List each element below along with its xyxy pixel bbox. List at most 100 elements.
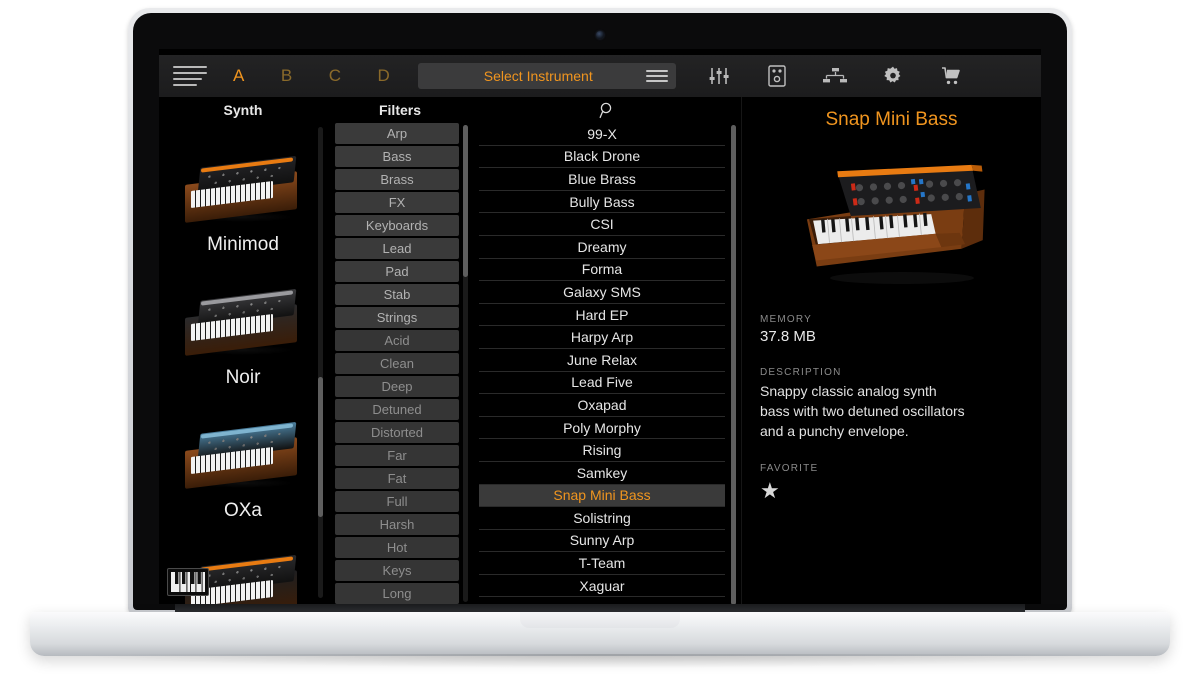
search-icon [599, 102, 611, 118]
description-value: Snappy classic analog synth bass with tw… [760, 383, 965, 439]
favorite-label: FAVORITE [760, 463, 819, 474]
webcam-icon [596, 31, 604, 39]
stompbox-pedal-icon[interactable] [762, 63, 792, 89]
app-toolbar: A B C D Select Instrument [159, 55, 1041, 97]
preset-item[interactable]: Black Drone [479, 146, 725, 169]
preset-item[interactable]: CSI [479, 213, 725, 236]
filter-item[interactable]: Deep [335, 376, 459, 397]
select-instrument-label: Select Instrument [483, 68, 593, 84]
toolbar-icon-group [704, 63, 966, 89]
filter-item[interactable]: Fat [335, 468, 459, 489]
filter-item[interactable]: Hot [335, 537, 459, 558]
synth-name: OXa [223, 500, 263, 521]
routing-nodes-icon[interactable] [820, 63, 850, 89]
preset-item[interactable]: Poly Morphy [479, 417, 725, 440]
filter-item[interactable]: Full [335, 491, 459, 512]
preset-search-button[interactable] [473, 97, 741, 123]
filter-item[interactable]: Far [335, 445, 459, 466]
preset-item[interactable]: Xaguar [479, 575, 725, 598]
gear-icon[interactable] [878, 63, 908, 89]
preset-item[interactable]: Rising [479, 439, 725, 462]
filters-scrollbar-thumb[interactable] [463, 125, 468, 277]
filter-item[interactable]: Keys [335, 560, 459, 581]
laptop-lid: A B C D Select Instrument Synth Minimod … [128, 8, 1072, 614]
presets-column: 99-X Black Drone Blue Brass Bully Bass CSI Dr… [473, 97, 741, 604]
filter-item[interactable]: Long [335, 583, 459, 604]
filters-scrollbar-track[interactable] [463, 125, 468, 602]
slot-button-b[interactable]: B [281, 66, 293, 86]
filter-item[interactable]: Pad [335, 261, 459, 282]
filter-item[interactable]: Lead [335, 238, 459, 259]
preset-item[interactable]: Galaxy SMS [479, 281, 725, 304]
preset-item[interactable]: Lead Five [479, 372, 725, 395]
preset-item[interactable]: Solistring [479, 507, 725, 530]
list-lines-icon [646, 70, 669, 82]
filter-item[interactable]: Harsh [335, 514, 459, 535]
synth-list-item[interactable]: Minimod [159, 123, 327, 256]
presets-scrollbar-thumb[interactable] [731, 125, 736, 604]
preset-metadata: MEMORY 37.8 MB DESCRIPTION Snappy classi… [742, 314, 1041, 504]
laptop-base [30, 612, 1170, 656]
slot-button-d[interactable]: D [377, 66, 390, 86]
slot-button-c[interactable]: C [329, 66, 342, 86]
synth-list-item[interactable]: OXa [159, 389, 327, 522]
preset-item[interactable]: Bully Bass [479, 191, 725, 214]
mixer-sliders-icon[interactable] [704, 63, 734, 89]
filter-item[interactable]: FX [335, 192, 459, 213]
synth-thumbnail [179, 150, 307, 228]
laptop-base-notch [520, 612, 680, 628]
filter-item[interactable]: Strings [335, 307, 459, 328]
preset-detail-title: Snap Mini Bass [825, 109, 958, 130]
synth-scrollbar-thumb[interactable] [318, 377, 323, 517]
filters-column: Filters Arp Bass Brass FX Keyboards Lead Pad St… [327, 97, 473, 604]
piano-keyboard-icon[interactable] [167, 568, 209, 596]
preset-item[interactable]: Dreamy [479, 236, 725, 259]
slot-button-a[interactable]: A [233, 66, 245, 86]
presets-scrollbar-track[interactable] [731, 125, 736, 604]
description-label: DESCRIPTION [760, 367, 842, 378]
laptop-screen-bezel: A B C D Select Instrument Synth Minimod … [133, 13, 1067, 610]
filter-item[interactable]: Keyboards [335, 215, 459, 236]
minimod-synthesizer-photo [782, 153, 1002, 288]
synth-thumbnail [179, 416, 307, 494]
memory-label: MEMORY [760, 314, 813, 325]
filter-item[interactable]: Stab [335, 284, 459, 305]
shopping-cart-icon[interactable] [936, 63, 966, 89]
preset-item[interactable]: Oxapad [479, 394, 725, 417]
preset-item[interactable]: Samkey [479, 462, 725, 485]
presets-list[interactable]: 99-X Black Drone Blue Brass Bully Bass CSI Dr… [479, 123, 725, 604]
preset-item[interactable]: Harpy Arp [479, 326, 725, 349]
filter-item[interactable]: Clean [335, 353, 459, 374]
preset-item-selected[interactable]: Snap Mini Bass [479, 484, 725, 508]
star-filled-icon[interactable]: ★ [760, 478, 780, 504]
select-instrument-dropdown[interactable]: Select Instrument [418, 63, 677, 89]
preset-item[interactable]: Forma [479, 259, 725, 282]
synth-scrollbar-track[interactable] [318, 127, 323, 598]
synth-column: Synth MinimodNoirOXaPolymorph [159, 97, 327, 604]
filter-item[interactable]: Bass [335, 146, 459, 167]
preset-item[interactable]: June Relax [479, 349, 725, 372]
filter-item[interactable]: Arp [335, 123, 459, 144]
preset-item[interactable]: T-Team [479, 552, 725, 575]
synth-name: Noir [225, 367, 261, 388]
filter-item[interactable]: Brass [335, 169, 459, 190]
preset-item[interactable]: Hard EP [479, 304, 725, 327]
screenshot-stage: A B C D Select Instrument Synth Minimod … [0, 0, 1200, 675]
memory-value: 37.8 MB [760, 328, 816, 345]
preset-item[interactable]: Sunny Arp [479, 530, 725, 553]
laptop-shadow [90, 654, 1110, 668]
filter-item[interactable]: Acid [335, 330, 459, 351]
filter-item[interactable]: Distorted [335, 422, 459, 443]
preset-item[interactable]: 99-X [479, 123, 725, 146]
filter-item[interactable]: Detuned [335, 399, 459, 420]
synth-list-item[interactable]: Noir [159, 256, 327, 389]
synth-column-header: Synth [223, 102, 263, 118]
browser-columns: Synth MinimodNoirOXaPolymorph [159, 97, 1041, 604]
filters-column-header: Filters [378, 102, 421, 118]
laptop-display: A B C D Select Instrument Synth Minimod … [159, 49, 1041, 604]
filters-list[interactable]: Arp Bass Brass FX Keyboards Lead Pad Stab String… [335, 123, 459, 604]
synth-browser-app: A B C D Select Instrument Synth Minimod … [159, 49, 1041, 604]
preset-item[interactable]: Blue Brass [479, 168, 725, 191]
hamburger-menu-icon[interactable] [173, 65, 207, 87]
synth-list[interactable]: MinimodNoirOXaPolymorph [159, 123, 327, 604]
